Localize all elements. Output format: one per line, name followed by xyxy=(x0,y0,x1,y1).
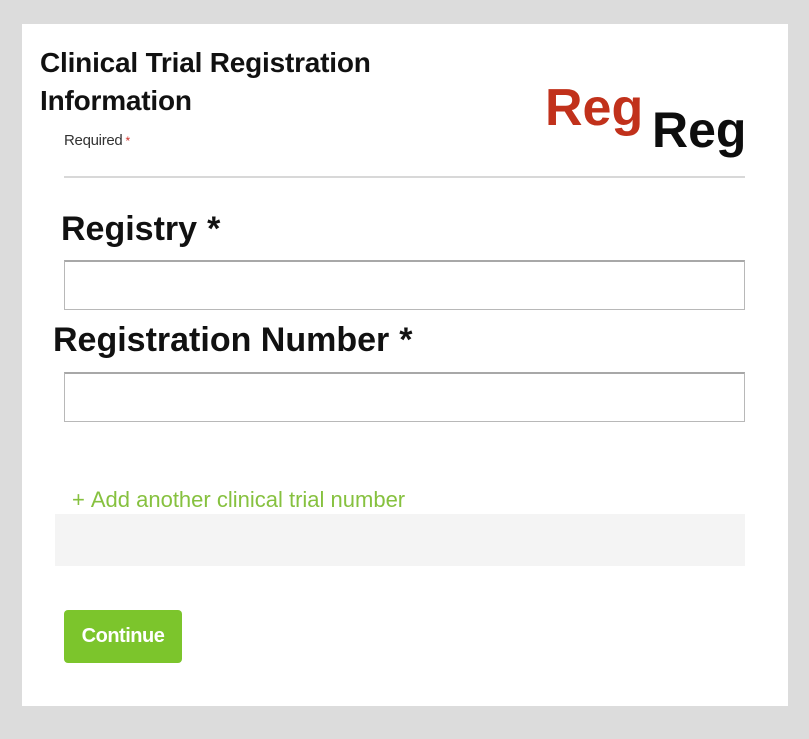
add-another-trial-link[interactable]: + Add another clinical trial number xyxy=(72,486,405,514)
header-divider xyxy=(64,176,745,178)
reg-overlay-red: Reg xyxy=(545,79,644,137)
required-note-label: Required xyxy=(64,132,123,149)
plus-icon: + xyxy=(72,487,85,512)
registration-number-label-text: Registration Number xyxy=(53,321,390,359)
page-title-line-2: Information xyxy=(40,85,192,116)
required-marker: * xyxy=(125,134,130,148)
add-another-trial-label: Add another clinical trial number xyxy=(90,487,406,512)
page-title: Clinical Trial Registration Information xyxy=(40,44,371,120)
registry-label-text: Registry xyxy=(61,210,198,248)
page-title-line-1: Clinical Trial Registration xyxy=(40,47,371,78)
registration-number-input[interactable] xyxy=(64,372,745,422)
registry-required-marker: * xyxy=(207,210,221,248)
additional-trials-panel xyxy=(55,514,745,566)
registry-input[interactable] xyxy=(64,260,745,310)
reg-overlay-black: Reg xyxy=(652,102,747,158)
required-note: Required * xyxy=(64,132,130,149)
continue-button[interactable]: Continue xyxy=(64,610,182,663)
registry-label: Registry * xyxy=(61,209,220,249)
registration-number-required-marker: * xyxy=(399,321,413,359)
registration-number-label: Registration Number * xyxy=(53,320,413,360)
